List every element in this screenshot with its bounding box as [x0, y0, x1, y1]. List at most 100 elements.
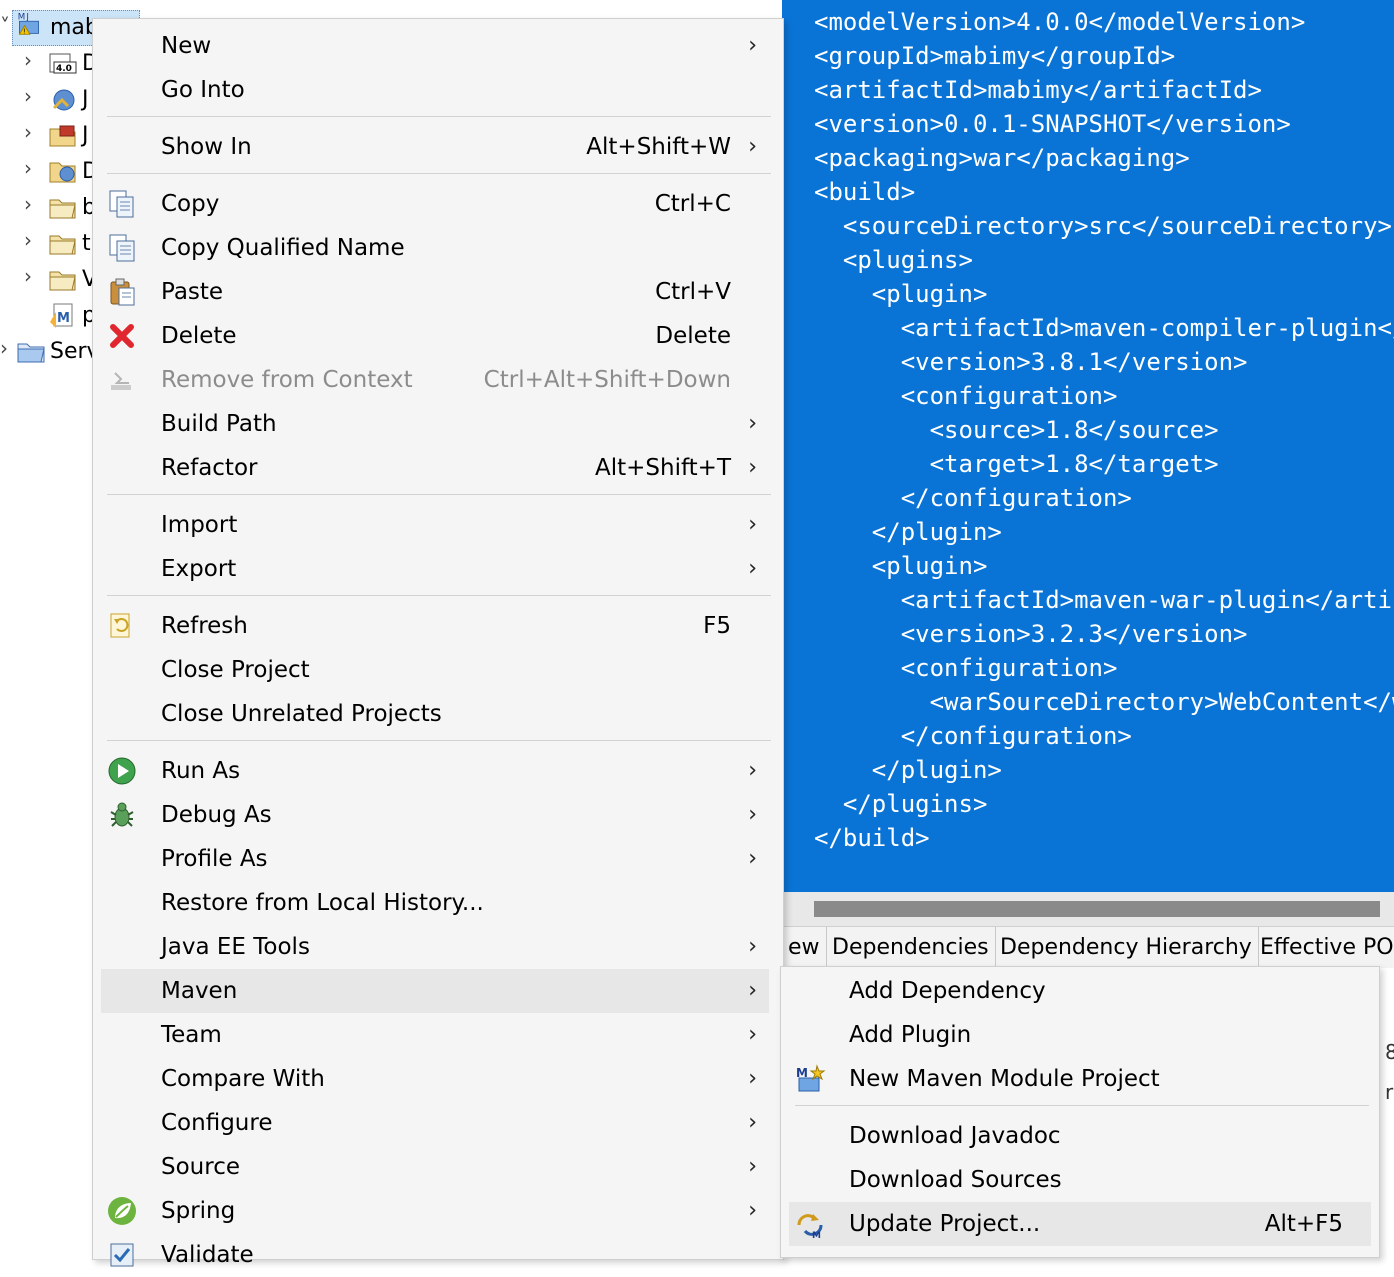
menu-item-copy[interactable]: Copy Ctrl+C	[101, 182, 769, 226]
menu-item-source[interactable]: Source ›	[101, 1145, 769, 1189]
menu-item-label: Import	[161, 512, 238, 538]
expand-chevron-icon[interactable]: ›	[24, 156, 32, 180]
pom-file-icon: M	[48, 302, 78, 328]
menu-separator	[795, 1105, 1369, 1106]
maven-item-new-maven-module-project[interactable]: M New Maven Module Project	[789, 1057, 1371, 1101]
tree-item-label[interactable]: J	[82, 82, 89, 116]
expand-chevron-icon[interactable]: ›	[24, 84, 32, 108]
menu-item-compare-with[interactable]: Compare With ›	[101, 1057, 769, 1101]
menu-item-validate[interactable]: Validate	[101, 1233, 769, 1277]
remove-context-icon	[107, 365, 137, 395]
menu-item-profile-as[interactable]: Profile As ›	[101, 837, 769, 881]
menu-item-team[interactable]: Team ›	[101, 1013, 769, 1057]
expand-chevron-icon[interactable]: ›	[24, 48, 32, 72]
submenu-arrow-icon: ›	[748, 1198, 757, 1223]
menu-item-export[interactable]: Export ›	[101, 547, 769, 591]
editor-horizontal-scrollbar[interactable]	[782, 892, 1394, 926]
expand-chevron-icon[interactable]: ›	[24, 120, 32, 144]
xml-line: <build>	[814, 178, 916, 206]
menu-item-remove-from-context[interactable]: Remove from Context Ctrl+Alt+Shift+Down	[101, 358, 769, 402]
pom-tab[interactable]: Dependencies	[826, 927, 996, 969]
paste-icon	[107, 277, 137, 307]
folder-icon	[48, 230, 78, 256]
menu-item-shortcut: Ctrl+C	[654, 191, 731, 217]
xml-line: <warSourceDirectory>WebContent</warSourc…	[929, 688, 1394, 716]
menu-item-copy-qualified-name[interactable]: Copy Qualified Name	[101, 226, 769, 270]
menu-item-shortcut: Alt+Shift+T	[594, 455, 731, 481]
menu-item-label: Copy	[161, 191, 220, 217]
menu-item-java-ee-tools[interactable]: Java EE Tools ›	[101, 925, 769, 969]
maven-module-icon: M	[795, 1064, 827, 1094]
menu-item-label: Restore from Local History...	[161, 890, 484, 916]
menu-item-label: Update Project...	[849, 1211, 1041, 1237]
xml-line: <artifactId>mabimy</artifactId>	[814, 76, 1262, 104]
tree-item-label[interactable]: J	[82, 118, 89, 152]
xml-line: <plugin>	[814, 552, 988, 580]
menu-item-label: New Maven Module Project	[849, 1066, 1160, 1092]
menu-item-maven[interactable]: Maven ›	[101, 969, 769, 1013]
menu-item-run-as[interactable]: Run As ›	[101, 749, 769, 793]
menu-item-close-project[interactable]: Close Project	[101, 648, 769, 692]
folder-icon	[48, 266, 78, 292]
delete-icon	[107, 321, 137, 351]
menu-item-label: Debug As	[161, 802, 272, 828]
xml-line: <version>0.0.1-SNAPSHOT</version>	[814, 110, 1291, 138]
collapse-chevron-icon[interactable]: ˅	[0, 14, 10, 38]
xml-line: </plugin>	[814, 756, 1002, 784]
menu-item-label: Copy Qualified Name	[161, 235, 405, 261]
menu-item-configure[interactable]: Configure ›	[101, 1101, 769, 1145]
menu-item-refactor[interactable]: Refactor Alt+Shift+T ›	[101, 446, 769, 490]
menu-separator	[107, 740, 771, 741]
pom-tab[interactable]: Effective POM	[1254, 927, 1394, 969]
menu-item-shortcut: Ctrl+V	[655, 279, 731, 305]
update-project-icon: M	[795, 1209, 827, 1241]
pom-xml-editor[interactable]: <modelVersion>4.0.0</modelVersion> <group…	[782, 0, 1394, 892]
menu-item-go-into[interactable]: Go Into	[101, 68, 769, 112]
menu-item-paste[interactable]: Paste Ctrl+V	[101, 270, 769, 314]
menu-item-restore-from-local-history[interactable]: Restore from Local History...	[101, 881, 769, 925]
menu-item-debug-as[interactable]: Debug As ›	[101, 793, 769, 837]
maven-item-download-sources[interactable]: Download Sources	[789, 1158, 1371, 1202]
expand-chevron-icon[interactable]: ›	[0, 336, 8, 360]
maven-item-download-javadoc[interactable]: Download Javadoc	[789, 1114, 1371, 1158]
validate-check-icon	[107, 1240, 137, 1270]
xml-line: </plugins>	[814, 790, 988, 818]
pom-tab[interactable]: ew	[782, 927, 827, 969]
xml-line: <groupId>mabimy</groupId>	[814, 42, 1176, 70]
submenu-arrow-icon: ›	[748, 411, 757, 436]
expand-chevron-icon[interactable]: ›	[24, 264, 32, 288]
maven-project-icon: M J !	[18, 13, 39, 35]
maven-item-update-project[interactable]: M Update Project... Alt+F5	[789, 1202, 1371, 1246]
maven-item-add-dependency[interactable]: Add Dependency	[789, 969, 1371, 1013]
menu-item-new[interactable]: New ›	[101, 24, 769, 68]
expand-chevron-icon[interactable]: ›	[24, 192, 32, 216]
menu-item-build-path[interactable]: Build Path ›	[101, 402, 769, 446]
copy-icon	[107, 189, 137, 219]
jax-ws-icon	[48, 86, 78, 112]
xml-line: <artifactId>maven-war-plugin</artifactId…	[900, 586, 1394, 614]
expand-chevron-icon[interactable]: ›	[24, 228, 32, 252]
menu-item-import[interactable]: Import ›	[101, 503, 769, 547]
tree-item-label[interactable]: t	[82, 226, 91, 260]
menu-item-close-unrelated-projects[interactable]: Close Unrelated Projects	[101, 692, 769, 736]
submenu-arrow-icon: ›	[748, 556, 757, 581]
menu-separator	[107, 173, 771, 174]
submenu-arrow-icon: ›	[748, 1022, 757, 1047]
menu-item-shortcut: Delete	[655, 323, 731, 349]
submenu-arrow-icon: ›	[748, 758, 757, 783]
scrollbar-thumb[interactable]	[814, 901, 1380, 917]
maven-item-add-plugin[interactable]: Add Plugin	[789, 1013, 1371, 1057]
submenu-arrow-icon: ›	[748, 934, 757, 959]
svg-text:4.0: 4.0	[56, 64, 72, 74]
menu-item-spring[interactable]: Spring ›	[101, 1189, 769, 1233]
menu-item-show-in[interactable]: Show In Alt+Shift+W ›	[101, 125, 769, 169]
xml-line: <modelVersion>4.0.0</modelVersion>	[814, 8, 1306, 36]
menu-item-label: Export	[161, 556, 237, 582]
pom-tab[interactable]: Dependency Hierarchy	[994, 927, 1259, 969]
xml-line: </configuration>	[814, 484, 1132, 512]
menu-item-delete[interactable]: Delete Delete	[101, 314, 769, 358]
xml-line: <artifactId>maven-compiler-plugin</artif…	[900, 314, 1394, 342]
xml-line: </plugin>	[814, 518, 1002, 546]
menu-item-label: Maven	[161, 978, 238, 1004]
menu-item-refresh[interactable]: Refresh F5	[101, 604, 769, 648]
